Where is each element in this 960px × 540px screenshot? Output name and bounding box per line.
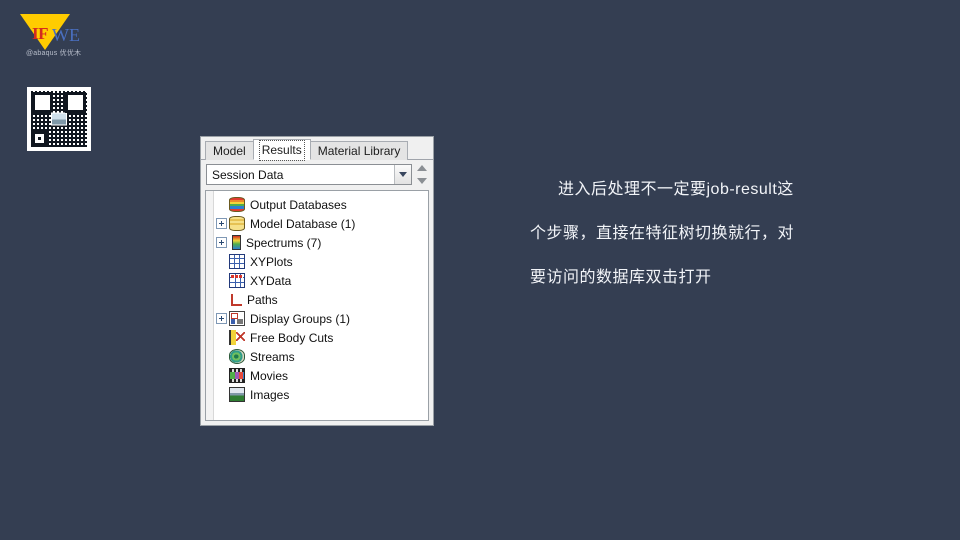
caption-line-1: 进入后处理不一定要job-result这	[558, 181, 794, 198]
caption-line-2: 个步骤，直接在特征树切换就行，对	[530, 225, 795, 242]
tab-material-library[interactable]: Material Library	[309, 141, 409, 160]
tree-item-model-database[interactable]: Model Database (1)	[214, 214, 428, 233]
qr-finder-bottom-left	[32, 131, 47, 146]
logo-subtitle: @abaqus 优优木	[26, 50, 82, 57]
logo-if-text: IF	[32, 24, 49, 43]
abaqus-model-tree-panel: Model Results Material Library Session D…	[200, 136, 434, 426]
tree-item-label: Free Body Cuts	[250, 330, 334, 345]
brand-logo: IF WE @abaqus 优优木	[20, 8, 102, 60]
tree-item-label: Paths	[247, 292, 278, 307]
tree-item-label: Model Database (1)	[250, 216, 356, 231]
session-data-row: Session Data	[201, 160, 433, 188]
spectrum-icon	[232, 235, 241, 250]
tree-expander-placeholder	[216, 351, 227, 362]
tab-results-label: Results	[258, 140, 305, 161]
tree-expander-placeholder	[216, 199, 227, 210]
tab-model-label: Model	[213, 144, 246, 158]
session-data-value: Session Data	[212, 167, 284, 182]
triangle-up-icon[interactable]	[417, 165, 427, 171]
tree-item-label: Streams	[250, 349, 295, 364]
path-icon	[231, 293, 242, 306]
tree-item-display-groups[interactable]: Display Groups (1)	[214, 309, 428, 328]
tree-expander-placeholder	[216, 294, 227, 305]
stream-icon	[229, 349, 245, 364]
expand-plus-icon[interactable]	[216, 313, 227, 324]
tree-item-label: XYData	[250, 273, 292, 288]
tree-gutter	[206, 191, 214, 420]
caption-line-3: 要访问的数据库双击打开	[530, 269, 712, 286]
tree-item-images[interactable]: Images	[214, 385, 428, 404]
tree-item-label: Display Groups (1)	[250, 311, 351, 326]
caption-text: 进入后处理不一定要job-result这 个步骤，直接在特征树切换就行，对 要访…	[530, 168, 850, 300]
output-database-icon	[229, 197, 245, 212]
xy-plot-icon	[229, 254, 245, 269]
qr-center-logo	[51, 112, 67, 126]
tree-item-label: XYPlots	[250, 254, 293, 269]
qr-code-pattern	[31, 91, 87, 147]
tree-item-label: Images	[250, 387, 290, 402]
tree-expander-placeholder	[216, 389, 227, 400]
free-body-cut-icon	[229, 330, 245, 345]
tree-item-paths[interactable]: Paths	[214, 290, 428, 309]
tab-model[interactable]: Model	[205, 141, 254, 160]
logo-we-text: WE	[52, 25, 80, 45]
tree-item-free-body-cuts[interactable]: Free Body Cuts	[214, 328, 428, 347]
tree-item-label: Movies	[250, 368, 289, 383]
expand-plus-icon[interactable]	[216, 218, 227, 229]
triangle-down-icon[interactable]	[417, 178, 427, 184]
tree-expander-placeholder	[216, 370, 227, 381]
tree-item-spectrums[interactable]: Spectrums (7)	[214, 233, 428, 252]
tab-bar: Model Results Material Library	[201, 137, 433, 161]
xy-data-icon	[229, 273, 245, 288]
tree-item-xyplots[interactable]: XYPlots	[214, 252, 428, 271]
tree-item-label: Spectrums (7)	[246, 235, 322, 250]
tree-expander-placeholder	[216, 275, 227, 286]
tree-spinner[interactable]	[415, 164, 429, 185]
chevron-down-icon[interactable]	[394, 165, 411, 184]
movie-icon	[229, 368, 245, 383]
tree-list: Output Databases Model Database (1) Spec…	[214, 191, 428, 420]
tree-item-movies[interactable]: Movies	[214, 366, 428, 385]
tab-material-library-label: Material Library	[317, 144, 401, 158]
tree-item-streams[interactable]: Streams	[214, 347, 428, 366]
tab-results[interactable]: Results	[252, 139, 311, 161]
tree-expander-placeholder	[216, 256, 227, 267]
image-icon	[229, 387, 245, 402]
tree-expander-placeholder	[216, 332, 227, 343]
tree-item-xydata[interactable]: XYData	[214, 271, 428, 290]
expand-plus-icon[interactable]	[216, 237, 227, 248]
qr-code	[27, 87, 91, 151]
model-database-icon	[229, 216, 245, 231]
tree-item-output-databases[interactable]: Output Databases	[214, 195, 428, 214]
tree-body: Output Databases Model Database (1) Spec…	[205, 190, 429, 421]
tree-item-label: Output Databases	[250, 197, 347, 212]
display-group-icon	[229, 311, 245, 326]
session-data-dropdown[interactable]: Session Data	[206, 164, 412, 185]
